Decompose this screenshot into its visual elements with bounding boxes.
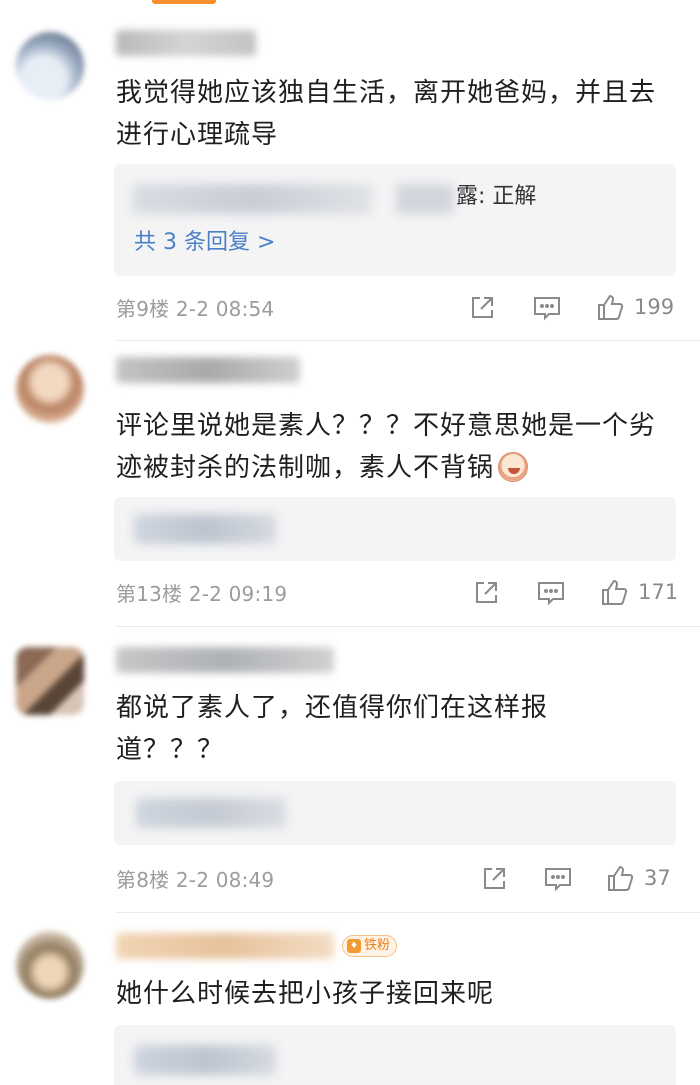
thumbs-up-icon bbox=[608, 865, 634, 891]
like-count: 37 bbox=[644, 866, 671, 890]
like-count: 199 bbox=[634, 295, 675, 319]
comment-text-content: 评论里说她是素人？？？不好意思她是一个劣迹被封杀的法制咖，素人不背锅 bbox=[116, 411, 657, 483]
avatar[interactable] bbox=[16, 647, 84, 715]
comment-text: 都说了素人了，还值得你们在这样报道？？？ bbox=[116, 693, 549, 765]
comment-text: 评论里说她是素人？？？不好意思她是一个劣迹被封杀的法制咖，素人不背锅 bbox=[116, 405, 676, 489]
comment-item: 我觉得她应该独自生活，离开她爸妈，并且去进行心理疏导 露: 正解 共 3 条回复… bbox=[0, 0, 700, 340]
reply-preview[interactable] bbox=[114, 781, 676, 845]
share-button[interactable] bbox=[472, 579, 500, 607]
share-icon bbox=[472, 297, 493, 318]
reply-preview[interactable]: 露: 正解 共 3 条回复 > bbox=[114, 164, 676, 276]
fan-badge-label: 铁粉 bbox=[364, 938, 391, 953]
comment-text: 她什么时候去把小孩子接回来呢 bbox=[116, 979, 495, 1009]
reply-username-blurred bbox=[134, 1045, 276, 1075]
like-count: 171 bbox=[638, 580, 679, 604]
badge-icon: ♦ bbox=[347, 939, 361, 953]
comment-text: 我觉得她应该独自生活，离开她爸妈，并且去进行心理疏导 bbox=[116, 78, 657, 150]
comment-button[interactable] bbox=[532, 294, 562, 322]
reply-preview[interactable] bbox=[114, 497, 676, 561]
thumbs-up-icon bbox=[602, 579, 628, 605]
avatar[interactable] bbox=[16, 931, 84, 999]
comment-button[interactable] bbox=[536, 579, 566, 607]
share-icon bbox=[476, 582, 497, 603]
comment-icon bbox=[538, 582, 564, 606]
floor-timestamp: 第13楼 2-2 09:19 bbox=[116, 582, 288, 606]
comment-item: ♦ 铁粉 她什么时候去把小孩子接回来呢 bbox=[0, 913, 700, 1085]
avatar[interactable] bbox=[16, 355, 84, 423]
reply-username-blurred bbox=[396, 184, 454, 214]
floor-timestamp: 第9楼 2-2 08:54 bbox=[116, 297, 275, 321]
share-button[interactable] bbox=[480, 865, 508, 893]
share-icon bbox=[484, 868, 505, 889]
comment-icon bbox=[534, 297, 560, 321]
comment-icon bbox=[545, 868, 571, 892]
reply-username-blurred bbox=[132, 184, 372, 214]
avatar[interactable] bbox=[16, 32, 84, 100]
comment-thread: 我觉得她应该独自生活，离开她爸妈，并且去进行心理疏导 露: 正解 共 3 条回复… bbox=[0, 0, 700, 1085]
share-button[interactable] bbox=[468, 294, 496, 322]
comment-item: 评论里说她是素人？？？不好意思她是一个劣迹被封杀的法制咖，素人不背锅 第13楼 … bbox=[0, 341, 700, 626]
reply-username-blurred bbox=[136, 798, 286, 828]
reply-preview[interactable] bbox=[114, 1025, 676, 1085]
view-replies-link[interactable]: 共 3 条回复 > bbox=[134, 228, 275, 258]
reply-username-blurred bbox=[134, 514, 276, 544]
comment-button[interactable] bbox=[543, 865, 573, 893]
reply-snippet: 露: 正解 bbox=[456, 184, 537, 209]
username-blurred[interactable] bbox=[116, 933, 334, 959]
comment-item: 都说了素人了，还值得你们在这样报道？？？ 第8楼 2-2 08:49 37 bbox=[0, 627, 700, 912]
username-blurred[interactable] bbox=[116, 647, 334, 673]
emoji-icon bbox=[498, 452, 529, 482]
thumbs-up-icon bbox=[598, 294, 624, 320]
username-blurred[interactable] bbox=[116, 30, 256, 56]
like-button[interactable]: 37 bbox=[606, 863, 671, 893]
fan-badge: ♦ 铁粉 bbox=[342, 935, 398, 957]
like-button[interactable]: 199 bbox=[596, 292, 674, 322]
username-blurred[interactable] bbox=[116, 357, 300, 383]
like-button[interactable]: 171 bbox=[600, 577, 678, 607]
floor-timestamp: 第8楼 2-2 08:49 bbox=[116, 868, 275, 892]
